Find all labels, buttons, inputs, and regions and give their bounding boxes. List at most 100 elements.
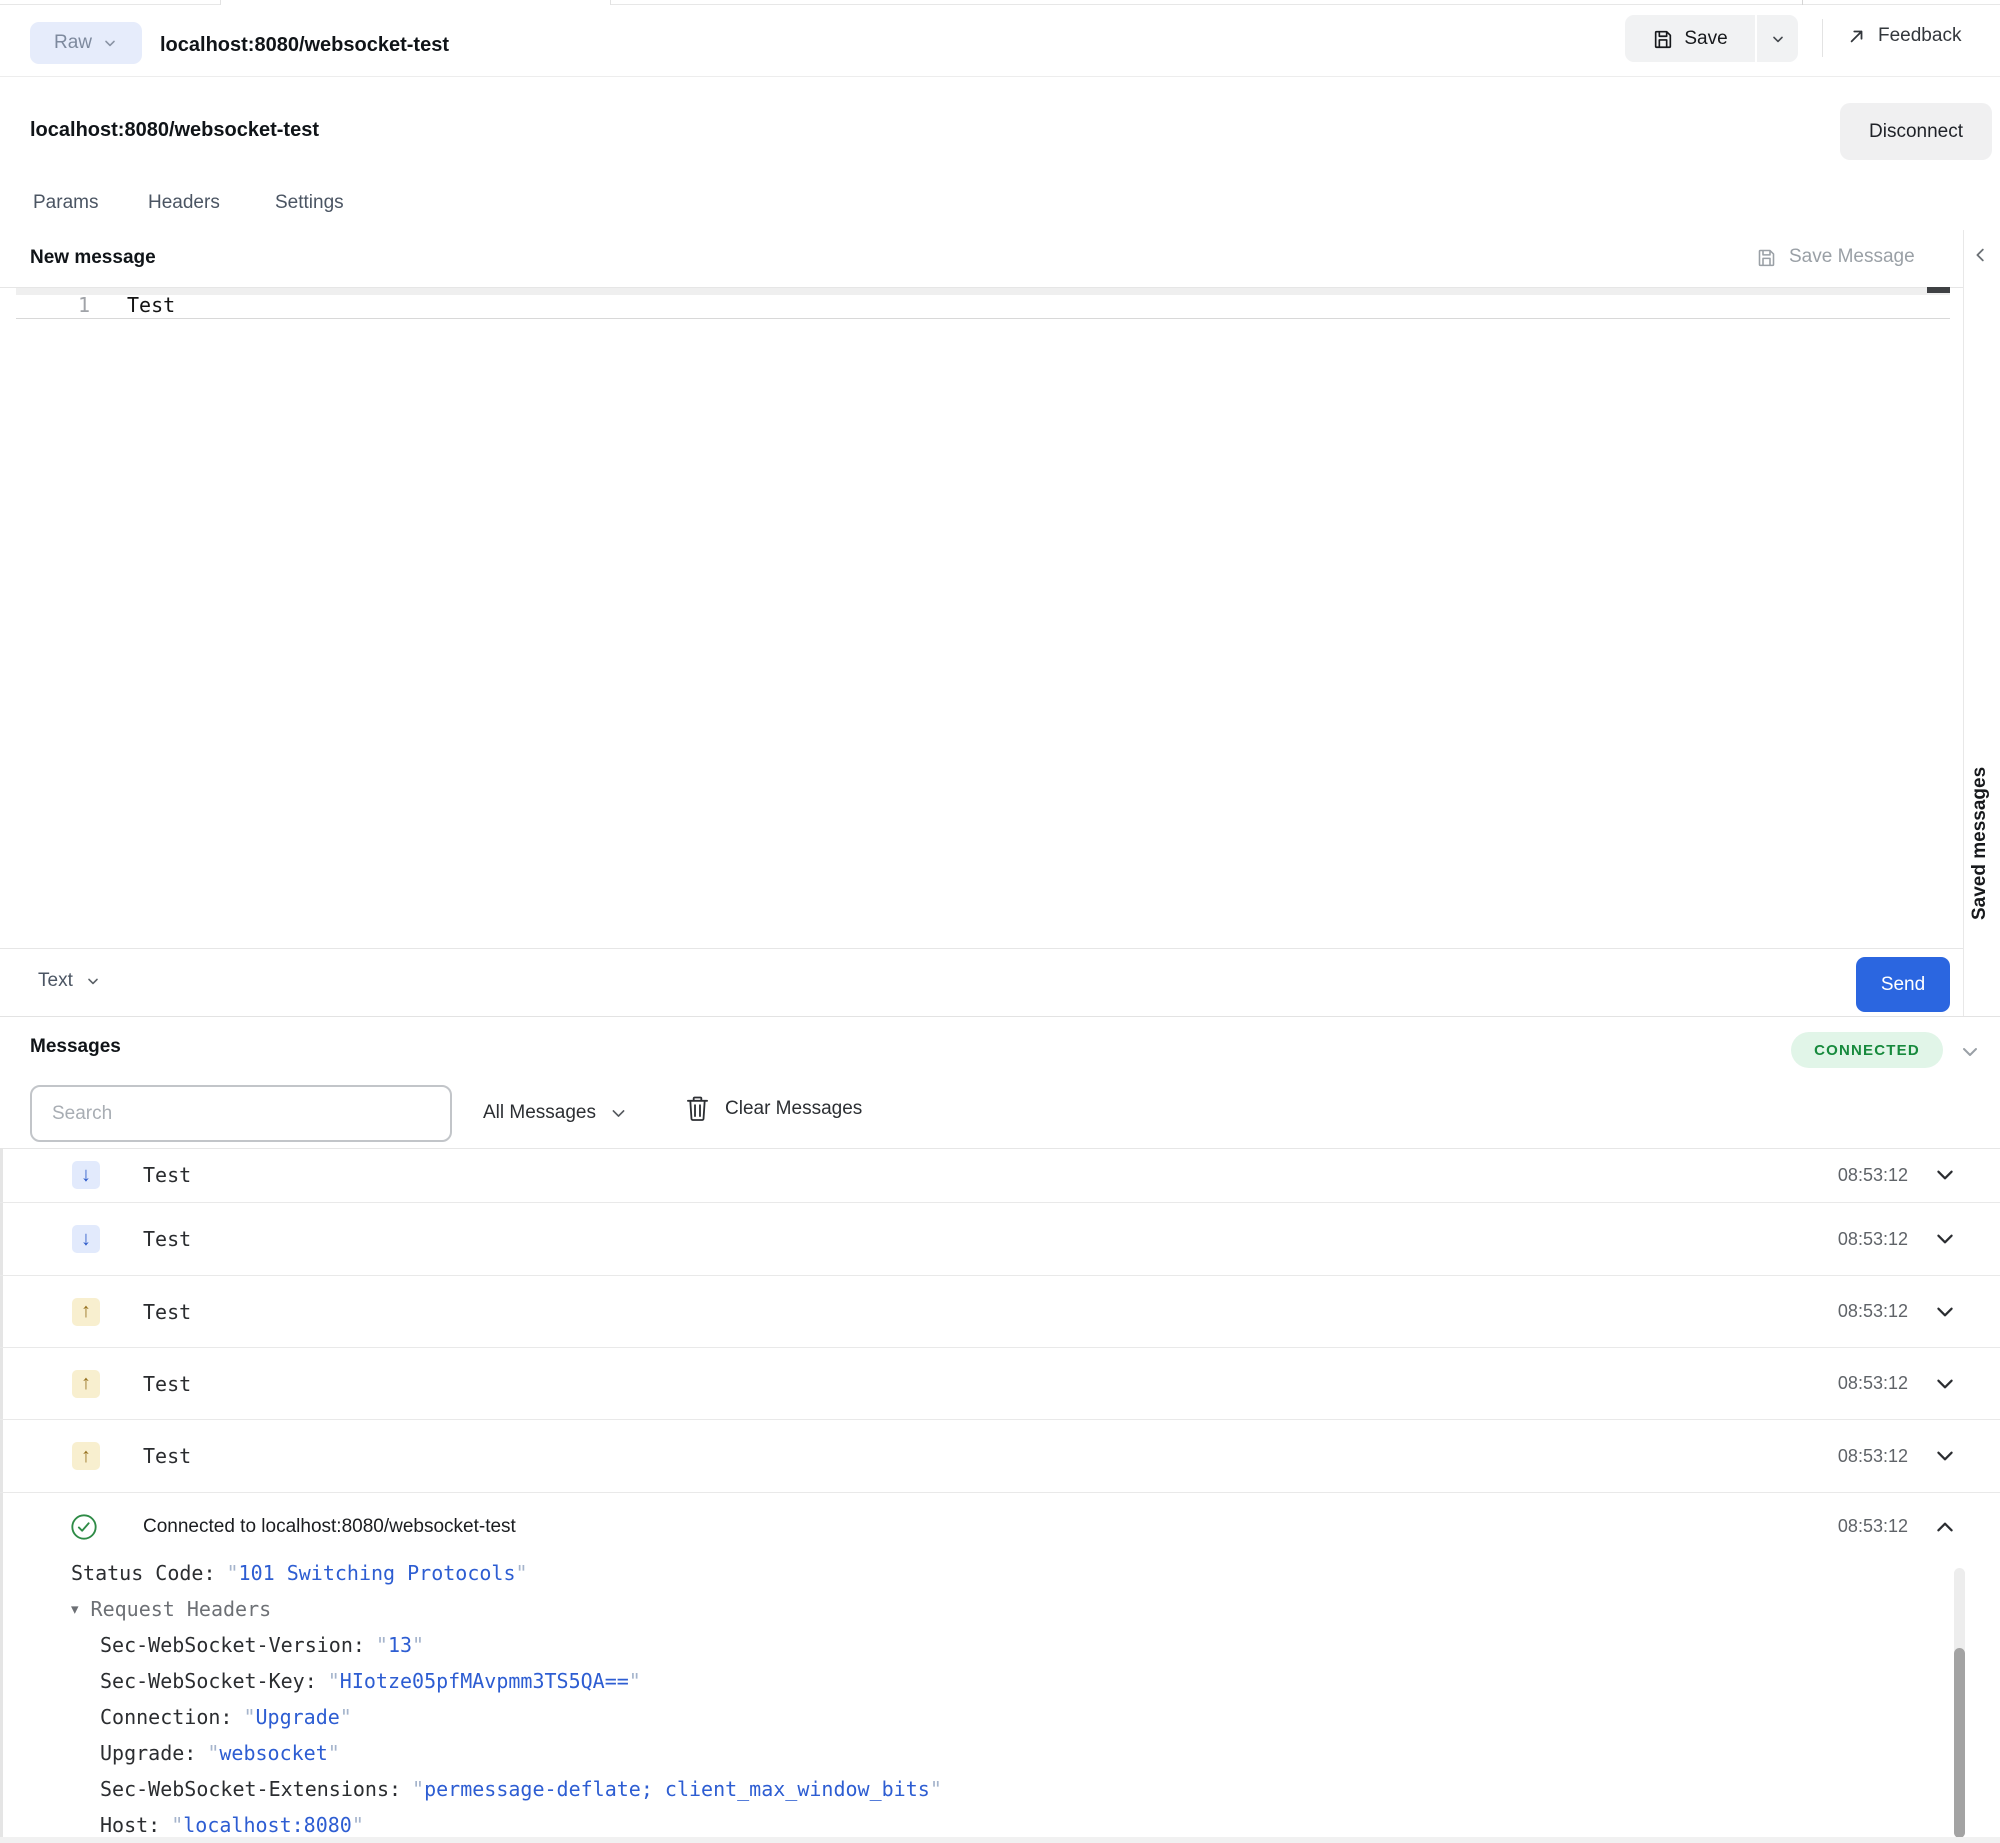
detail-line: ▾ Request Headers (71, 1591, 271, 1627)
window-bottom-edge (0, 1837, 2000, 1843)
message-format-label: Text (38, 970, 73, 991)
status-code-value: 101 Switching Protocols (227, 1561, 528, 1585)
collapse-triangle-icon[interactable]: ▾ (71, 1600, 79, 1618)
message-row-sent[interactable]: ↑ Test 08:53:12 (0, 1348, 2000, 1420)
header-name: Host: (100, 1813, 161, 1837)
external-link-icon (1850, 30, 1863, 43)
editor-scroll-gutter (16, 288, 1950, 295)
editor-line-number: 1 (78, 293, 91, 317)
expand-message-button[interactable] (1934, 1228, 1956, 1250)
detail-line: Status Code: 101 Switching Protocols (71, 1555, 528, 1591)
chevron-down-icon (1937, 1307, 1953, 1316)
expand-saved-messages-button[interactable] (1972, 246, 1990, 264)
sent-icon: ↑ (72, 1297, 100, 1326)
expand-message-button[interactable] (1934, 1301, 1956, 1323)
connection-options-button[interactable] (1960, 1042, 1980, 1062)
message-text: Test (143, 1371, 192, 1396)
save-icon (1655, 30, 1672, 48)
feedback-label: Feedback (1878, 25, 1962, 46)
sent-icon: ↑ (72, 1369, 100, 1398)
message-timestamp: 08:53:12 (1837, 1516, 1908, 1536)
active-tab-left-edge (220, 0, 221, 5)
header-name: Upgrade: (100, 1741, 197, 1765)
message-row-sent[interactable]: ↑ Test 08:53:12 (0, 1276, 2000, 1348)
disconnect-label: Disconnect (1869, 120, 1963, 142)
saved-messages-label: Saved messages (1969, 766, 1990, 920)
tab-headers[interactable]: Headers (148, 192, 220, 214)
message-format-dropdown[interactable]: Text (38, 970, 101, 992)
save-split-button: Save (1625, 15, 1798, 62)
save-message-button[interactable]: Save Message (1756, 246, 1915, 268)
messages-pane-border (0, 1016, 2000, 1017)
chevron-left-icon (1976, 248, 1984, 262)
message-row-connected[interactable]: Connected to localhost:8080/websocket-te… (0, 1493, 2000, 1560)
request-method-dropdown[interactable]: Raw (30, 22, 142, 64)
chevron-down-icon (1937, 1170, 1953, 1180)
messages-heading: Messages (30, 1036, 121, 1057)
send-button[interactable]: Send (1856, 957, 1950, 1012)
websocket-url: localhost:8080/websocket-test (30, 119, 319, 141)
editor-active-line[interactable] (16, 295, 1950, 319)
save-button-label: Save (1684, 27, 1728, 49)
expand-message-button[interactable] (1934, 1516, 1956, 1538)
connected-check-icon (70, 1513, 98, 1541)
header-name: Sec-WebSocket-Version: (100, 1633, 365, 1657)
header-bottom-border (0, 76, 2000, 77)
tabstrip-border-left (0, 4, 220, 5)
received-icon: ↓ (72, 1225, 100, 1253)
message-editor-text[interactable]: Test (127, 293, 175, 317)
message-row-received[interactable]: ↓ Test 08:53:12 (0, 1203, 2000, 1276)
tabstrip-border-right (610, 4, 2000, 5)
chevron-down-icon (1937, 1234, 1953, 1244)
message-filter-dropdown[interactable]: All Messages (483, 1102, 627, 1124)
tab-separator (1802, 0, 1803, 5)
clear-messages-label: Clear Messages (725, 1097, 863, 1119)
expand-message-button[interactable] (1934, 1164, 1956, 1186)
message-timestamp: 08:53:12 (1837, 1373, 1908, 1393)
success-icon (71, 1513, 97, 1540)
disconnect-button[interactable]: Disconnect (1840, 103, 1992, 160)
save-icon (1758, 249, 1775, 266)
detail-line: Sec-WebSocket-Version: 13 (100, 1627, 424, 1663)
message-text: Test (143, 1163, 192, 1187)
status-code-key: Status Code: (71, 1561, 216, 1585)
message-text: Test (143, 1227, 192, 1251)
detail-line: Sec-WebSocket-Extensions: permessage-defl… (100, 1771, 942, 1807)
message-text: Test (143, 1299, 192, 1324)
header-name: Connection: (100, 1705, 233, 1729)
clear-messages-button[interactable]: Clear Messages (686, 1096, 862, 1121)
message-row-sent[interactable]: ↑ Test 08:53:12 (0, 1420, 2000, 1493)
header-value: permessage-deflate; client_max_window_bi… (412, 1777, 942, 1801)
detail-line: Sec-WebSocket-Key: HIotze05pfMAvpmm3TS5QA… (100, 1663, 641, 1699)
trash-icon (687, 1096, 708, 1121)
detail-line: Connection: Upgrade (100, 1699, 352, 1735)
message-row-received[interactable]: ↓ Test 08:53:12 (0, 1148, 2000, 1203)
tab-params[interactable]: Params (33, 192, 98, 214)
feedback-link[interactable]: Feedback (1848, 25, 1961, 47)
chevron-down-icon (1963, 1048, 1977, 1056)
chevron-up-icon (1937, 1522, 1953, 1531)
request-method-label: Raw (53, 32, 92, 53)
header-value: websocket (207, 1741, 339, 1765)
save-options-button[interactable] (1757, 15, 1798, 62)
header-name: Sec-WebSocket-Key: (100, 1669, 317, 1693)
tab-settings[interactable]: Settings (275, 192, 344, 214)
save-button[interactable]: Save (1625, 15, 1755, 62)
header-name: Sec-WebSocket-Extensions: (100, 1777, 402, 1801)
editor-scrollbar-thumb[interactable] (1927, 287, 1950, 293)
expand-message-button[interactable] (1934, 1373, 1956, 1395)
header-value: 13 (376, 1633, 424, 1657)
search-input[interactable] (30, 1085, 452, 1142)
header-value: Upgrade (243, 1705, 351, 1729)
header-value: HIotze05pfMAvpmm3TS5QA== (328, 1669, 641, 1693)
header-value: localhost:8080 (171, 1813, 364, 1837)
expand-message-button[interactable] (1934, 1445, 1956, 1467)
save-message-label: Save Message (1789, 246, 1915, 267)
message-filter-label: All Messages (483, 1102, 596, 1123)
details-scrollbar-thumb[interactable] (1954, 1648, 1965, 1838)
message-text: Connected to localhost:8080/websocket-te… (143, 1515, 516, 1537)
received-icon: ↓ (72, 1161, 100, 1189)
message-timestamp: 08:53:12 (1837, 1445, 1908, 1466)
sent-icon: ↑ (72, 1442, 100, 1470)
request-headers-label[interactable]: Request Headers (91, 1597, 272, 1621)
